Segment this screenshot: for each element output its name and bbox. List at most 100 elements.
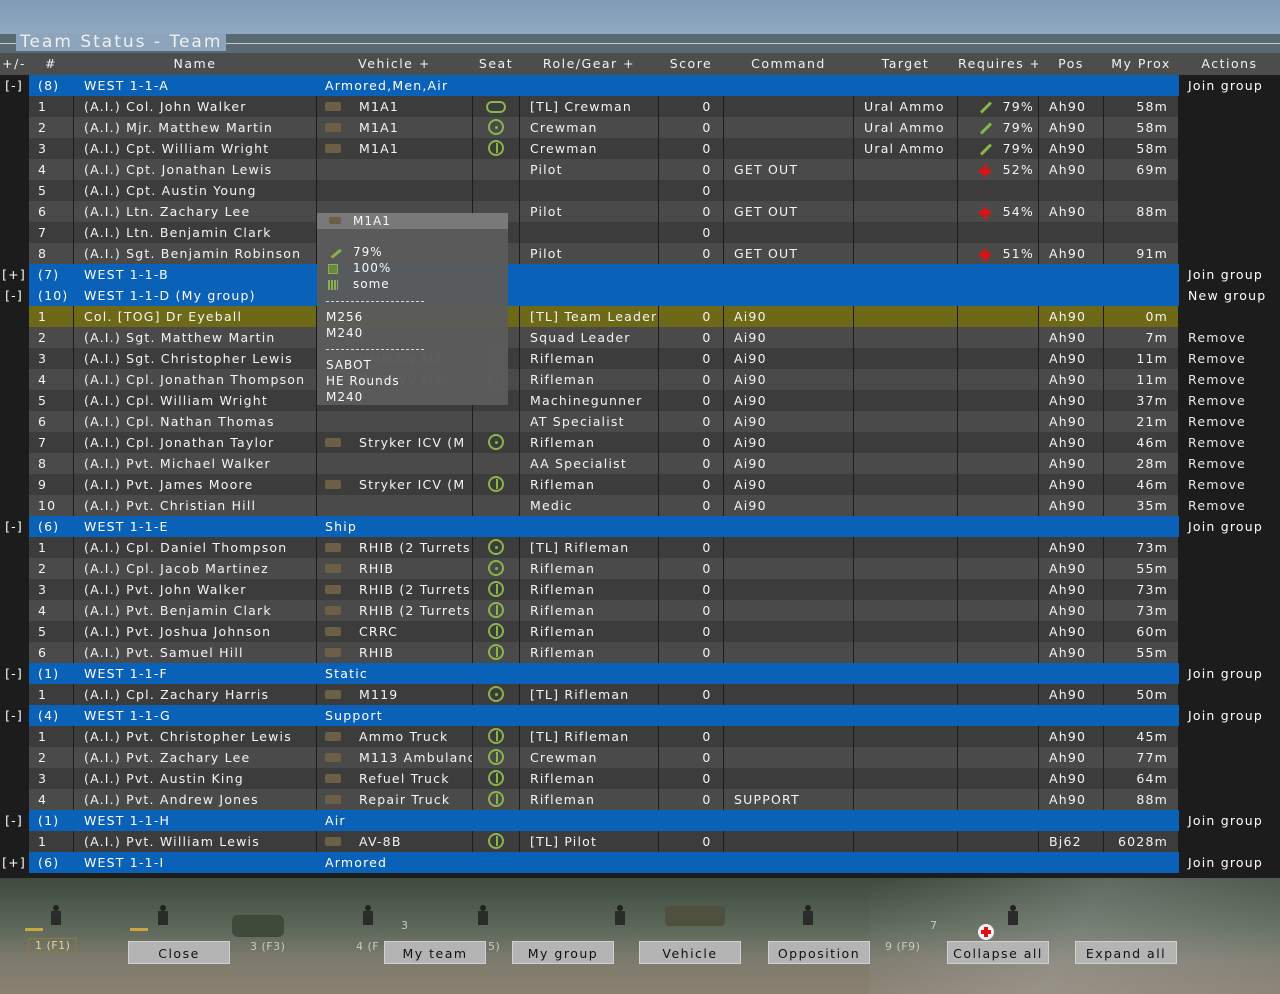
unit-row[interactable]: 5 (A.I.) Cpt. Austin Young 0 [0, 180, 1280, 201]
unit-row[interactable]: 6 (A.I.) Ltn. Zachary Lee Pilot 0 GET OUT 54%… [0, 201, 1280, 222]
humvee-icon[interactable] [232, 915, 284, 937]
unit-row[interactable]: 4 (A.I.) Cpt. Jonathan Lewis Pilot 0 GET OUT… [0, 159, 1280, 180]
cell-seat[interactable] [473, 705, 519, 726]
cell-act[interactable]: Join group [1179, 810, 1280, 831]
unit-row[interactable]: 3 (A.I.) Pvt. Austin King Refuel Truck Rifl… [0, 768, 1280, 789]
unit-row[interactable]: 5 (A.I.) Cpl. William Wright Machinegunner… [0, 390, 1280, 411]
cell-act[interactable]: Join group [1179, 852, 1280, 873]
cell-seat[interactable] [473, 159, 519, 180]
unit-row[interactable]: 7 (A.I.) Cpl. Jonathan Taylor Stryker ICV … [0, 432, 1280, 453]
group-row[interactable]: [-] (10) WEST 1-1-D (My group) New group [0, 285, 1280, 306]
cell-seat[interactable] [473, 747, 519, 768]
unit-row[interactable]: 1 (A.I.) Pvt. Christopher Lewis Ammo Truck… [0, 726, 1280, 747]
cell-veh[interactable]: Armored,Men,Air [317, 75, 472, 96]
cell-veh[interactable]: RHIB (2 Turrets [317, 537, 472, 558]
group-row[interactable]: [-] (6) WEST 1-1-E Ship Join group [0, 516, 1280, 537]
unit-row[interactable]: 9 (A.I.) Pvt. James Moore Stryker ICV (M Ri… [0, 474, 1280, 495]
cell-act[interactable]: Remove [1179, 348, 1280, 369]
cell-act[interactable]: Remove [1179, 411, 1280, 432]
unit-row[interactable]: 10 (A.I.) Pvt. Christian Hill Medic 0 Ai90 Ah… [0, 495, 1280, 516]
unit-row[interactable]: 1 (A.I.) Col. John Walker M1A1 [TL] Crewman… [0, 96, 1280, 117]
steering-wheel-icon[interactable] [488, 581, 504, 597]
close-button[interactable]: Close [128, 941, 230, 964]
gunner-seat-icon[interactable] [488, 119, 504, 135]
unit-row[interactable]: 5 (A.I.) Pvt. Joshua Johnson CRRC Rifleman 0… [0, 621, 1280, 642]
cell-seat[interactable] [473, 495, 519, 516]
cell-seat[interactable] [473, 852, 519, 873]
group-row[interactable]: [-] (4) WEST 1-1-G Support Join group [0, 705, 1280, 726]
unit-row[interactable]: 8 (A.I.) Pvt. Michael Walker AA Specialist… [0, 453, 1280, 474]
header-vehicle[interactable]: Vehicle + [317, 53, 472, 75]
cell-tog[interactable]: [-] [0, 663, 28, 684]
gunner-seat-icon[interactable] [488, 560, 504, 576]
soldier-icon[interactable] [475, 905, 491, 927]
cell-seat[interactable] [473, 684, 519, 705]
cell-act[interactable]: Remove [1179, 432, 1280, 453]
cell-tog[interactable]: [+] [0, 852, 28, 873]
cell-seat[interactable] [473, 138, 519, 159]
vehicle-button[interactable]: Vehicle [639, 941, 741, 964]
steering-wheel-icon[interactable] [488, 749, 504, 765]
header-command[interactable]: Command [724, 53, 853, 75]
steering-wheel-icon[interactable] [488, 623, 504, 639]
commander-seat-icon[interactable] [486, 100, 506, 113]
cell-tog[interactable]: [-] [0, 75, 28, 96]
unit-row[interactable]: 3 (A.I.) Pvt. John Walker RHIB (2 Turrets R… [0, 579, 1280, 600]
opposition-button[interactable]: Opposition [768, 941, 870, 964]
cell-seat[interactable] [473, 474, 519, 495]
unit-row[interactable]: 4(A.I.) Cpl. Jonathan ThompsonHMMWV M2Ri… [0, 369, 1280, 390]
soldier-icon[interactable] [800, 905, 816, 927]
cell-seat[interactable] [473, 96, 519, 117]
cell-act[interactable]: Join group [1179, 75, 1280, 96]
cell-veh[interactable] [317, 180, 472, 201]
header-score[interactable]: Score [659, 53, 723, 75]
cell-tog[interactable]: [-] [0, 516, 28, 537]
steering-wheel-icon[interactable] [488, 602, 504, 618]
cell-seat[interactable] [473, 453, 519, 474]
cell-tog[interactable]: [-] [0, 285, 28, 306]
header-prox[interactable]: My Prox [1104, 53, 1178, 75]
collapse-all-button[interactable]: Collapse all [947, 941, 1049, 964]
unit-row[interactable]: 7 (A.I.) Ltn. Benjamin Clark 0 [0, 222, 1280, 243]
cell-veh[interactable]: RHIB (2 Turrets [317, 600, 472, 621]
gunner-seat-icon[interactable] [488, 686, 504, 702]
gunner-seat-icon[interactable] [488, 434, 504, 450]
steering-wheel-icon[interactable] [488, 140, 504, 156]
cell-veh[interactable]: M113 Ambulanc [317, 747, 472, 768]
cell-seat[interactable] [473, 537, 519, 558]
cell-seat[interactable] [473, 726, 519, 747]
cell-veh[interactable]: RHIB [317, 558, 472, 579]
cell-veh[interactable]: Refuel Truck [317, 768, 472, 789]
steering-wheel-icon[interactable] [488, 791, 504, 807]
cell-act[interactable]: Join group [1179, 705, 1280, 726]
steering-wheel-icon[interactable] [488, 770, 504, 786]
cell-veh[interactable]: M1A1 [317, 96, 472, 117]
cell-veh[interactable]: M1A1 [317, 138, 472, 159]
cell-seat[interactable] [473, 831, 519, 852]
cell-veh[interactable]: Air [317, 810, 472, 831]
my-team-button[interactable]: My team [384, 941, 486, 964]
steering-wheel-icon[interactable] [488, 644, 504, 660]
steering-wheel-icon[interactable] [488, 476, 504, 492]
squad-slot-1[interactable]: 1 (F1) [28, 938, 78, 953]
cell-act[interactable]: Remove [1179, 474, 1280, 495]
cell-seat[interactable] [473, 810, 519, 831]
apc-icon[interactable] [665, 906, 725, 926]
cell-veh[interactable]: Ammo Truck [317, 726, 472, 747]
cell-veh[interactable]: Armored [317, 852, 472, 873]
cell-veh[interactable]: M1A1 [317, 117, 472, 138]
header-target[interactable]: Target [854, 53, 957, 75]
cell-veh[interactable]: Stryker ICV (M [317, 474, 472, 495]
unit-row[interactable]: 2 (A.I.) Pvt. Zachary Lee M113 Ambulanc Cre… [0, 747, 1280, 768]
cell-seat[interactable] [473, 768, 519, 789]
unit-row[interactable]: 4 (A.I.) Pvt. Benjamin Clark RHIB (2 Turre… [0, 600, 1280, 621]
cell-act[interactable]: Join group [1179, 663, 1280, 684]
cell-act[interactable]: Remove [1179, 327, 1280, 348]
cell-veh[interactable]: Repair Truck [317, 789, 472, 810]
unit-row[interactable]: 3(A.I.) Sgt. Christopher LewisHMMWV M2Ri… [0, 348, 1280, 369]
header-pos[interactable]: Pos [1039, 53, 1103, 75]
header-seat[interactable]: Seat [473, 53, 519, 75]
unit-row[interactable]: 1 (A.I.) Cpl. Zachary Harris M119 [TL] Rifl… [0, 684, 1280, 705]
squad-slot-4[interactable]: 4 (F [356, 940, 379, 953]
unit-row[interactable]: 1 (A.I.) Pvt. William Lewis AV-8B [TL] Pilo… [0, 831, 1280, 852]
